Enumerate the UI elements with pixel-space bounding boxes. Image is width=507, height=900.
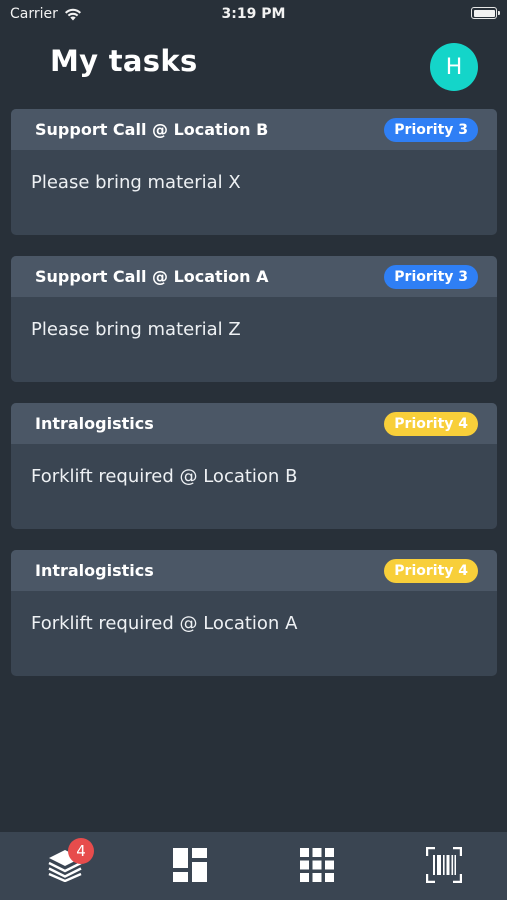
task-description: Forklift required @ Location A xyxy=(31,613,298,634)
task-card-header: Support Call @ Location B Priority 3 xyxy=(11,109,497,150)
task-card[interactable]: Intralogistics Priority 4 Forklift requi… xyxy=(11,403,497,529)
tab-dashboard[interactable] xyxy=(160,842,220,888)
tab-tasks[interactable]: 4 xyxy=(35,838,95,888)
battery-icon xyxy=(471,7,500,19)
priority-badge: Priority 4 xyxy=(384,411,478,436)
avatar[interactable]: H xyxy=(430,43,478,91)
task-description: Forklift required @ Location B xyxy=(31,466,298,487)
task-card-header: Support Call @ Location A Priority 3 xyxy=(11,256,497,297)
grid-icon xyxy=(300,848,334,882)
task-card[interactable]: Support Call @ Location A Priority 3 Ple… xyxy=(11,256,497,382)
task-title: Support Call @ Location B xyxy=(35,120,269,139)
task-title: Intralogistics xyxy=(35,561,154,580)
tab-bar: 4 xyxy=(0,832,507,900)
clock: 3:19 PM xyxy=(221,6,286,22)
priority-badge: Priority 4 xyxy=(384,558,478,583)
task-card-header: Intralogistics Priority 4 xyxy=(11,403,497,444)
priority-badge: Priority 3 xyxy=(384,264,478,289)
task-list: Support Call @ Location B Priority 3 Ple… xyxy=(11,109,497,697)
task-title: Support Call @ Location A xyxy=(35,267,269,286)
status-bar: Carrier 3:19 PM xyxy=(0,0,507,28)
tab-apps[interactable] xyxy=(287,842,347,888)
notification-badge: 4 xyxy=(68,838,94,864)
tab-scan[interactable] xyxy=(414,842,474,888)
priority-badge: Priority 3 xyxy=(384,117,478,142)
task-description: Please bring material X xyxy=(31,172,241,193)
task-description: Please bring material Z xyxy=(31,319,241,340)
dashboard-icon xyxy=(173,848,207,882)
page-title: My tasks xyxy=(50,44,198,78)
task-title: Intralogistics xyxy=(35,414,154,433)
task-card[interactable]: Support Call @ Location B Priority 3 Ple… xyxy=(11,109,497,235)
task-card-header: Intralogistics Priority 4 xyxy=(11,550,497,591)
task-card[interactable]: Intralogistics Priority 4 Forklift requi… xyxy=(11,550,497,676)
barcode-scan-icon xyxy=(426,847,462,883)
